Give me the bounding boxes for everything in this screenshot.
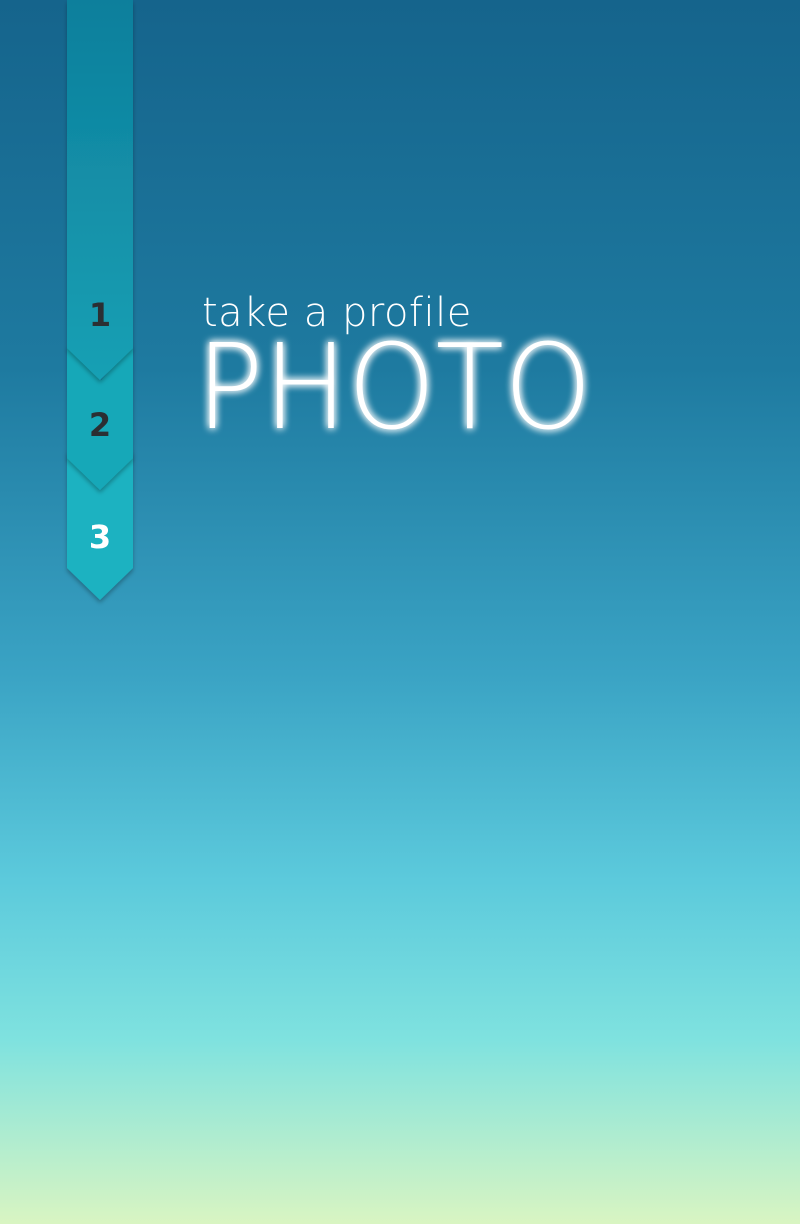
step-indicator: 1 2 3 xyxy=(67,0,135,600)
page-heading: take a profile PHOTO xyxy=(196,290,760,456)
heading-title: PHOTO xyxy=(196,318,592,456)
heading-title-graphic: PHOTO xyxy=(196,318,592,456)
step-2-number: 2 xyxy=(88,406,112,444)
step-3-number: 3 xyxy=(88,518,112,556)
step-1-number: 1 xyxy=(88,296,112,334)
